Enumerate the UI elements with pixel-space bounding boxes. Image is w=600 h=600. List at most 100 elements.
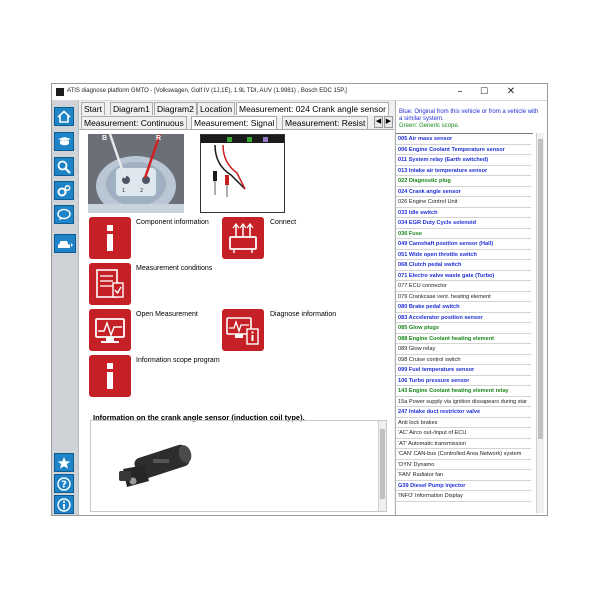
legend-blue-text: Blue: Original from this vehicle or from… xyxy=(399,109,539,122)
component-list-item[interactable]: 033 Idle switch xyxy=(396,208,531,218)
information-scope-program-button[interactable] xyxy=(89,355,131,397)
svg-text:2: 2 xyxy=(140,188,143,194)
sidebar: ? xyxy=(52,101,79,515)
open-measurement-label: Open Measurement xyxy=(136,311,198,318)
component-list-item[interactable]: 15a Power supply via ignition dissapears… xyxy=(396,397,531,407)
component-list-item[interactable]: 068 Clutch pedal switch xyxy=(396,260,531,271)
sidebar-vehicle-button[interactable] xyxy=(54,234,76,253)
svg-text:1: 1 xyxy=(122,188,125,194)
component-list-item[interactable]: 079 Crankcase vent. heating element xyxy=(396,292,531,302)
component-list-item[interactable]: 011 System relay (Earth switched) xyxy=(396,155,531,166)
component-list-item[interactable]: Anti lock brakes xyxy=(396,418,531,428)
information-scope-program-label: Information scope program xyxy=(136,357,220,364)
component-list-item[interactable]: 099 Fuel temperature sensor xyxy=(396,365,531,376)
component-list-item[interactable]: 006 Engine Coolant Temperature sensor xyxy=(396,145,531,155)
sidebar-info-button[interactable] xyxy=(54,495,74,514)
probe-photo: 1 2 B R xyxy=(88,134,184,213)
chat-icon xyxy=(57,208,71,221)
sidebar-settings-button[interactable] xyxy=(54,181,74,200)
component-list-item[interactable]: 085 Glow plugs xyxy=(396,323,531,334)
svg-text:?: ? xyxy=(61,479,67,490)
tab-scroll-left-button[interactable]: ◀ xyxy=(374,116,383,128)
component-list-item[interactable]: 089 Glow relay xyxy=(396,344,531,355)
info-icon xyxy=(57,497,71,512)
sensor-info-frame xyxy=(90,420,387,512)
minimize-button[interactable]: – xyxy=(449,85,471,99)
component-list-item[interactable]: 'INFO' Information Display xyxy=(396,491,531,502)
ecu-connect-icon xyxy=(229,223,257,253)
component-list-item[interactable]: 034 EGR Duty Cycle solenoid xyxy=(396,218,531,229)
component-list-item[interactable]: 071 Electro valve waste gate (Turbo) xyxy=(396,271,531,281)
tab-diagram1[interactable]: Diagram1 xyxy=(110,102,153,115)
component-list-item[interactable]: 088 Engine Coolant heating element xyxy=(396,334,531,344)
component-list-item[interactable]: 'DYN' Dynamo xyxy=(396,460,531,470)
measurement-conditions-button[interactable] xyxy=(89,263,131,305)
component-list-item[interactable]: 080 Brake pedal switch xyxy=(396,302,531,313)
component-list-item[interactable]: 'AT' Automatic transmission xyxy=(396,439,531,449)
main-area: Start Diagram1 Diagram2 Location Measure… xyxy=(79,101,394,515)
tab-measurement-resist[interactable]: Measurement: Resist xyxy=(282,116,369,129)
diagnose-monitor-icon xyxy=(226,317,259,345)
component-list-item[interactable]: 024 Crank angle sensor xyxy=(396,187,531,197)
window-title: ATIS diagnose platform GMTO - [Volkswage… xyxy=(67,88,347,94)
diagnose-information-label: Diagnose information xyxy=(270,311,337,318)
title-bar[interactable]: ATIS diagnose platform GMTO - [Volkswage… xyxy=(52,84,547,101)
info-icon xyxy=(107,363,113,389)
connect-button[interactable] xyxy=(222,217,264,259)
component-list-scrollbar[interactable] xyxy=(536,133,544,513)
maximize-button[interactable]: ☐ xyxy=(473,85,495,99)
sidebar-help-button[interactable]: ? xyxy=(54,474,74,493)
component-list-item[interactable]: 026 Engine Control Unit xyxy=(396,197,531,208)
info-scrollbar[interactable] xyxy=(378,421,386,511)
tab-location[interactable]: Location xyxy=(197,102,236,115)
diagnose-information-button[interactable] xyxy=(222,309,264,351)
app-window: ATIS diagnose platform GMTO - [Volkswage… xyxy=(51,83,548,516)
component-list-item[interactable]: 'FAN' Radiator fan xyxy=(396,470,531,481)
tab-measurement-signal[interactable]: Measurement: Signal xyxy=(191,116,278,129)
component-list-item[interactable]: 083 Accelerator position sensor xyxy=(396,313,531,323)
probe-leads-diagram xyxy=(200,134,285,213)
sidebar-chat-button[interactable] xyxy=(54,205,74,224)
probe-label-r: R xyxy=(156,135,162,142)
tab-scroll-right-button[interactable]: ▶ xyxy=(384,116,393,128)
component-panel: Blue: Original from this vehicle or from… xyxy=(395,101,547,515)
checklist-icon xyxy=(96,269,124,298)
component-list-item[interactable]: 077 ECU connector xyxy=(396,281,531,292)
component-list-item[interactable]: 005 Air mass sensor xyxy=(396,134,531,145)
info-scrollbar-thumb[interactable] xyxy=(380,429,385,499)
sidebar-search-button[interactable] xyxy=(54,157,74,176)
component-list-item[interactable]: 'AC' Airco out-/input of ECU xyxy=(396,428,531,439)
gear-icon xyxy=(57,184,71,196)
component-information-button[interactable] xyxy=(89,217,131,259)
component-list-item[interactable]: 049 Camshaft position sensor (Hall) xyxy=(396,239,531,250)
measurement-conditions-label: Measurement conditions xyxy=(136,265,213,272)
component-list-item[interactable]: 022 Diagnostic plug xyxy=(396,176,531,187)
tab-measurement-continuous[interactable]: Measurement: Continuous xyxy=(81,116,187,129)
component-list-item[interactable]: 'CAN' CAN-bus (Controlled Area Network) … xyxy=(396,449,531,460)
component-list-item[interactable]: 247 Intake duct restrictor valve xyxy=(396,407,531,418)
sidebar-home-button[interactable] xyxy=(54,107,74,126)
probe-label-b: B xyxy=(102,135,108,142)
help-icon: ? xyxy=(57,476,71,491)
star-icon xyxy=(57,456,71,469)
sidebar-favorites-button[interactable] xyxy=(54,453,74,472)
open-measurement-button[interactable] xyxy=(89,309,131,351)
component-list-item[interactable]: 036 Fuse xyxy=(396,229,531,239)
tab-measurement-crank-angle-sensor[interactable]: Measurement: 024 Crank angle sensor xyxy=(236,102,389,115)
component-list-item[interactable]: 013 Intake air temperature sensor xyxy=(396,166,531,176)
component-list-scrollbar-thumb[interactable] xyxy=(538,139,543,439)
tab-start[interactable]: Start xyxy=(81,102,105,115)
component-list-item[interactable]: G39 Diesel Pump injector xyxy=(396,481,531,491)
component-list-item[interactable]: 098 Cruise control switch xyxy=(396,355,531,365)
close-button[interactable]: ✕ xyxy=(500,85,522,99)
app-icon xyxy=(56,88,64,96)
car-icon xyxy=(57,240,73,248)
search-icon xyxy=(57,160,71,174)
component-list-item[interactable]: 143 Engine Coolant heating element relay xyxy=(396,386,531,397)
tab-diagram2[interactable]: Diagram2 xyxy=(154,102,197,115)
component-list-item[interactable]: 051 Wide open throttle switch xyxy=(396,250,531,260)
sidebar-book-button[interactable] xyxy=(54,132,74,151)
component-information-label: Component information xyxy=(136,219,209,226)
crank-angle-sensor-image xyxy=(119,444,192,487)
component-list-item[interactable]: 106 Turbo pressure sensor xyxy=(396,376,531,386)
